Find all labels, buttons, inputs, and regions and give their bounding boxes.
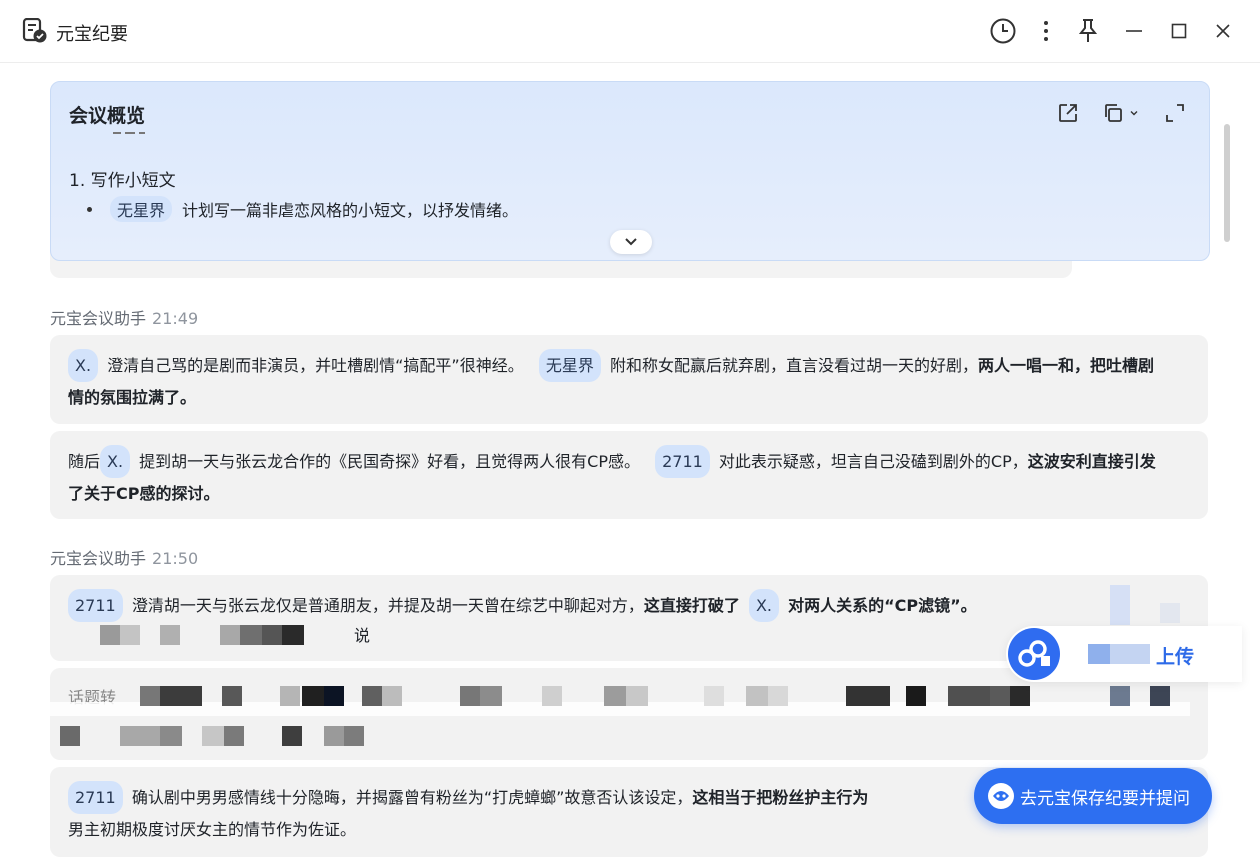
upload-label: 上传 (1156, 646, 1195, 668)
message-highlight: 对两人关系的“CP滤镜”。 (788, 596, 977, 615)
message-text: 随后 (68, 452, 101, 471)
message-bubble: 随后 X. 提到胡一天与张云龙合作的《民国奇探》好看，且觉得两人很有CP感。 27… (50, 431, 1208, 519)
redacted-mosaic (1080, 585, 1210, 625)
app-logo-icon (22, 17, 48, 44)
save-button-label: 去元宝保存纪要并提问 (1020, 788, 1190, 809)
copy-dropdown-button[interactable] (1101, 100, 1140, 126)
speaker-chip[interactable]: X. (748, 589, 779, 622)
overview-title: 会议概览 (69, 105, 146, 127)
open-external-icon (1059, 104, 1077, 122)
message-text: 对此表示疑惑，坦言自己没磕到剧外的CP， (718, 452, 1028, 471)
clipped-text-fragment (111, 132, 171, 140)
message-bubble: X. 澄清自己骂的是剧而非演员，并吐槽剧情“搞配平”很神经。 无星界 附和称女配… (50, 335, 1208, 424)
chevron-down-icon (1130, 111, 1138, 116)
bullet-dot (87, 206, 92, 212)
message-time: 21:50 (152, 549, 199, 568)
expand-overview-button[interactable] (610, 230, 652, 254)
more-options-button[interactable] (1032, 17, 1060, 45)
maximize-button[interactable] (1165, 17, 1193, 45)
open-external-button[interactable] (1056, 100, 1080, 126)
speaker-chip[interactable]: X. (68, 349, 99, 382)
close-button[interactable] (1209, 17, 1237, 45)
copy-icon (1105, 104, 1122, 122)
redacted-mosaic (40, 680, 1190, 750)
overview-card: 会议概览 1. 写作小短文 无星界 计划写一篇非虐恋风格的小短文，以抒发情绪。 (50, 81, 1210, 261)
message-highlight: 这相当于把粉丝护主行为 (692, 788, 869, 807)
more-vertical-icon (1044, 21, 1048, 41)
clock-icon (990, 18, 1016, 44)
minimize-icon (1126, 30, 1142, 32)
sender-name: 元宝会议助手 (50, 549, 147, 568)
title-bar: 元宝纪要 (0, 0, 1260, 63)
overview-bullet-item: 无星界 计划写一篇非虐恋风格的小短文，以抒发情绪。 (87, 196, 518, 222)
message-text: 澄清胡一天与张云龙仅是普通朋友，并提及胡一天曾在综艺中聊起对方， (131, 596, 644, 615)
speaker-chip[interactable]: 2711 (68, 589, 123, 622)
message-text: 附和称女配赢后就弃剧，直言没看过胡一天的好剧， (609, 356, 978, 375)
redacted-mosaic (1110, 644, 1150, 664)
yuanbao-icon (988, 783, 1014, 809)
pin-button[interactable] (1074, 17, 1102, 45)
sender-name: 元宝会议助手 (50, 309, 147, 328)
redacted-mosaic (1088, 644, 1110, 664)
history-clock-button[interactable] (989, 17, 1017, 45)
message-header: 元宝会议助手 21:50 (50, 545, 198, 569)
vertical-scrollbar[interactable] (1224, 124, 1230, 242)
close-icon (1216, 24, 1230, 38)
message-header: 元宝会议助手 21:49 (50, 305, 198, 329)
message-text: 澄清自己骂的是剧而非演员，并吐槽剧情“搞配平”很神经。 (107, 356, 524, 375)
pin-icon (1078, 19, 1098, 42)
chevron-down-icon (625, 238, 637, 246)
speaker-chip[interactable]: 2711 (655, 445, 710, 478)
maximize-icon (1171, 23, 1187, 39)
overview-section-heading: 1. 写作小短文 (69, 171, 176, 191)
minimize-button[interactable] (1120, 17, 1148, 45)
speaker-chip[interactable]: 2711 (68, 781, 123, 814)
bullet-text: 计划写一篇非虐恋风格的小短文，以抒发情绪。 (182, 201, 519, 220)
message-text: 提到胡一天与张云龙合作的《民国奇探》好看，且觉得两人很有CP感。 (139, 452, 640, 471)
fullscreen-icon (1166, 104, 1184, 122)
message-text: 说 (354, 626, 371, 645)
message-time: 21:49 (152, 309, 199, 328)
upload-logo-icon (1008, 628, 1060, 680)
message-text: 确认剧中男男感情线十分隐晦，并揭露曾有粉丝为“打虎蟑螂”故意否认该设定， (131, 788, 693, 807)
app-title: 元宝纪要 (56, 24, 128, 45)
message-highlight: 这直接打破了 (643, 596, 740, 615)
speaker-chip[interactable]: 无星界 (538, 349, 601, 382)
speaker-chip[interactable]: X. (100, 445, 131, 478)
fullscreen-button[interactable] (1163, 100, 1187, 126)
save-and-ask-button[interactable]: 去元宝保存纪要并提问 (974, 768, 1212, 824)
redacted-mosaic (70, 625, 330, 649)
speaker-chip[interactable]: 无星界 (110, 196, 173, 222)
upload-widget[interactable]: 上传 (1006, 626, 1242, 682)
message-text: 男主初期极度讨厌女主的情节作为佐证。 (68, 820, 357, 839)
